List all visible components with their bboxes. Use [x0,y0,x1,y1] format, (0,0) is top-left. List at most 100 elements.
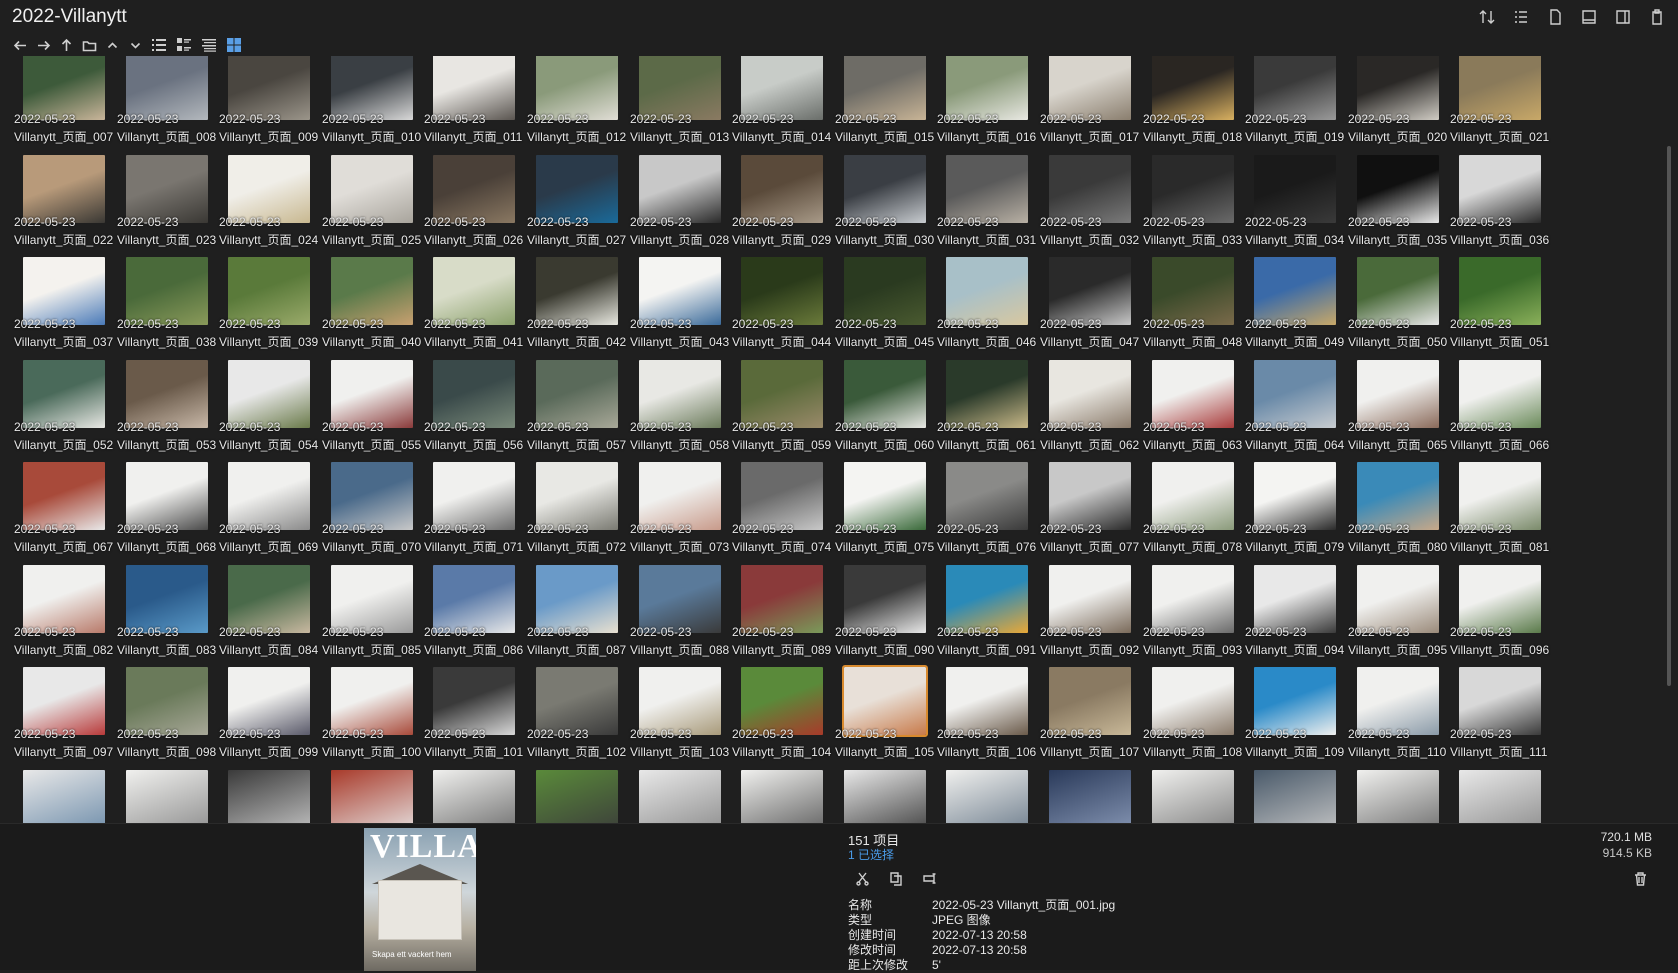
thumbnail-item[interactable]: 2022-05-23 Villanytt_页面_044 [728,257,836,363]
thumbnail-item[interactable]: 2022-05-23 Villanytt_页面_086 [420,565,528,671]
thumbnail-item[interactable]: 2022-05-23 Villanytt_页面_092 [1036,565,1144,671]
thumbnail-item[interactable]: 2022-05-23 Villanytt_页面_059 [728,360,836,466]
thumbnail-item[interactable]: 2022-05-23 Villanytt_页面_100 [318,667,426,773]
list-view-icon[interactable] [148,35,170,55]
thumbnail-item[interactable]: 2022-05-23 Villanytt_页面_024 [215,155,323,261]
back-icon[interactable] [10,35,30,55]
thumbnail-item[interactable]: 2022-05-23 Villanytt_页面_054 [215,360,323,466]
thumbnail-item[interactable]: 2022-05-23 Villanytt_页面_089 [728,565,836,671]
tiles-view-icon[interactable] [198,35,220,55]
folder-icon[interactable] [79,35,99,55]
thumbnail-item[interactable]: 2022-05-23 Villanytt_页面_072 [523,462,631,568]
thumbnail-item[interactable]: 2022-05-23 Villanytt_页面_083 [113,565,221,671]
thumbnail-item[interactable] [1036,770,1144,823]
thumbnail-item[interactable] [1446,770,1554,823]
copy-icon[interactable] [886,868,906,888]
scrollbar-thumb[interactable] [1667,146,1671,686]
thumbnail-item[interactable]: 2022-05-23 Villanytt_页面_025 [318,155,426,261]
chevron-up-icon[interactable] [102,35,122,55]
thumbnail-item[interactable]: 2022-05-23 Villanytt_页面_039 [215,257,323,363]
thumbnail-item[interactable]: 2022-05-23 Villanytt_页面_028 [626,155,734,261]
thumbnail-item[interactable]: 2022-05-23 Villanytt_页面_012 [523,56,631,158]
thumbnail-item[interactable]: 2022-05-23 Villanytt_页面_090 [831,565,939,671]
thumbnail-item[interactable]: 2022-05-23 Villanytt_页面_068 [113,462,221,568]
thumbnail-item[interactable]: 2022-05-23 Villanytt_页面_030 [831,155,939,261]
thumbnail-item[interactable]: 2022-05-23 Villanytt_页面_057 [523,360,631,466]
thumbnail-item[interactable] [626,770,734,823]
thumbnail-item[interactable]: 2022-05-23 Villanytt_页面_074 [728,462,836,568]
thumbnail-item[interactable]: 2022-05-23 Villanytt_页面_043 [626,257,734,363]
thumbnail-item[interactable] [1241,770,1349,823]
up-icon[interactable] [56,35,76,55]
thumbnail-item[interactable]: 2022-05-23 Villanytt_页面_094 [1241,565,1349,671]
thumbnail-item[interactable]: 2022-05-23 Villanytt_页面_016 [933,56,1041,158]
thumbnail-item[interactable]: 2022-05-23 Villanytt_页面_077 [1036,462,1144,568]
thumbnail-item[interactable]: 2022-05-23 Villanytt_页面_108 [1139,667,1247,773]
thumbnail-item[interactable]: 2022-05-23 Villanytt_页面_062 [1036,360,1144,466]
thumbnail-item[interactable]: 2022-05-23 Villanytt_页面_051 [1446,257,1554,363]
thumbnail-item[interactable]: 2022-05-23 Villanytt_页面_082 [10,565,118,671]
thumbnail-item[interactable]: 2022-05-23 Villanytt_页面_035 [1344,155,1452,261]
thumbnail-item[interactable] [831,770,939,823]
preview-pane-icon[interactable] [1578,6,1600,28]
thumbnail-item[interactable]: 2022-05-23 Villanytt_页面_109 [1241,667,1349,773]
thumbnail-item[interactable]: 2022-05-23 Villanytt_页面_097 [10,667,118,773]
thumbnail-item[interactable]: 2022-05-23 Villanytt_页面_070 [318,462,426,568]
thumbnail-item[interactable]: 2022-05-23 Villanytt_页面_032 [1036,155,1144,261]
thumbnail-item[interactable]: 2022-05-23 Villanytt_页面_107 [1036,667,1144,773]
thumbnail-item[interactable]: 2022-05-23 Villanytt_页面_064 [1241,360,1349,466]
thumbnail-item[interactable]: 2022-05-23 Villanytt_页面_046 [933,257,1041,363]
thumbnail-item[interactable]: 2022-05-23 Villanytt_页面_036 [1446,155,1554,261]
thumbnail-item[interactable]: 2022-05-23 Villanytt_页面_052 [10,360,118,466]
thumbnail-item[interactable]: 2022-05-23 Villanytt_页面_084 [215,565,323,671]
thumbnail-item[interactable] [420,770,528,823]
thumbnail-item[interactable] [1344,770,1452,823]
thumbnail-item[interactable]: 2022-05-23 Villanytt_页面_096 [1446,565,1554,671]
thumbnail-item[interactable]: 2022-05-23 Villanytt_页面_091 [933,565,1041,671]
thumbnail-item[interactable]: 2022-05-23 Villanytt_页面_013 [626,56,734,158]
thumbnail-item[interactable]: 2022-05-23 Villanytt_页面_080 [1344,462,1452,568]
thumbnail-item[interactable]: 2022-05-23 Villanytt_页面_060 [831,360,939,466]
thumbnail-item[interactable]: 2022-05-23 Villanytt_页面_110 [1344,667,1452,773]
thumbnail-item[interactable]: 2022-05-23 Villanytt_页面_033 [1139,155,1247,261]
thumbnail-item[interactable]: 2022-05-23 Villanytt_页面_073 [626,462,734,568]
window-icon[interactable] [1612,6,1634,28]
scrollbar[interactable] [1666,56,1672,823]
thumbnail-item[interactable] [215,770,323,823]
thumbnail-item[interactable]: 2022-05-23 Villanytt_页面_019 [1241,56,1349,158]
thumbnail-item[interactable]: 2022-05-23 Villanytt_页面_103 [626,667,734,773]
thumbnail-item[interactable]: 2022-05-23 Villanytt_页面_042 [523,257,631,363]
thumbnail-item[interactable]: 2022-05-23 Villanytt_页面_022 [10,155,118,261]
thumbnail-item[interactable]: 2022-05-23 Villanytt_页面_078 [1139,462,1247,568]
thumbnail-item[interactable]: 2022-05-23 Villanytt_页面_075 [831,462,939,568]
thumbnail-item[interactable]: 2022-05-23 Villanytt_页面_047 [1036,257,1144,363]
thumbnail-item[interactable]: 2022-05-23 Villanytt_页面_065 [1344,360,1452,466]
thumbnail-item[interactable]: 2022-05-23 Villanytt_页面_017 [1036,56,1144,158]
thumbnail-item[interactable]: 2022-05-23 Villanytt_页面_045 [831,257,939,363]
thumbnail-item[interactable]: 2022-05-23 Villanytt_页面_010 [318,56,426,158]
thumbnail-item[interactable]: 2022-05-23 Villanytt_页面_027 [523,155,631,261]
thumbnail-item[interactable]: 2022-05-23 Villanytt_页面_067 [10,462,118,568]
thumbnail-item[interactable] [728,770,836,823]
thumbnail-item[interactable]: 2022-05-23 Villanytt_页面_023 [113,155,221,261]
cut-icon[interactable] [852,868,872,888]
thumbnail-item[interactable]: 2022-05-23 Villanytt_页面_058 [626,360,734,466]
thumbnail-item[interactable]: 2022-05-23 Villanytt_页面_014 [728,56,836,158]
selected-count[interactable]: 1 已选择 [848,846,894,863]
thumbnail-item[interactable]: 2022-05-23 Villanytt_页面_071 [420,462,528,568]
thumbnail-item[interactable]: 2022-05-23 Villanytt_页面_048 [1139,257,1247,363]
thumbnail-item[interactable] [933,770,1041,823]
thumbnail-item[interactable]: 2022-05-23 Villanytt_页面_026 [420,155,528,261]
thumbnail-item[interactable]: 2022-05-23 Villanytt_页面_009 [215,56,323,158]
thumbnail-item[interactable]: 2022-05-23 Villanytt_页面_087 [523,565,631,671]
thumbnail-item[interactable]: 2022-05-23 Villanytt_页面_055 [318,360,426,466]
thumbnail-item[interactable]: 2022-05-23 Villanytt_页面_066 [1446,360,1554,466]
thumbnail-item[interactable]: 2022-05-23 Villanytt_页面_069 [215,462,323,568]
thumbnail-item[interactable]: 2022-05-23 Villanytt_页面_015 [831,56,939,158]
thumbnail-item[interactable]: 2022-05-23 Villanytt_页面_098 [113,667,221,773]
thumbnail-item[interactable] [10,770,118,823]
thumbnail-item[interactable]: 2022-05-23 Villanytt_页面_011 [420,56,528,158]
thumbnail-item[interactable]: 2022-05-23 Villanytt_页面_053 [113,360,221,466]
thumbnail-item[interactable]: 2022-05-23 Villanytt_页面_095 [1344,565,1452,671]
thumbnail-item[interactable] [113,770,221,823]
